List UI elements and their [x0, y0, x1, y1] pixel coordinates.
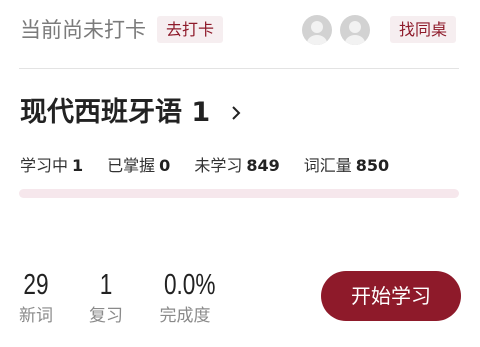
metric-review: 1 复习 — [88, 268, 124, 327]
stat-vocab-label: 词汇量 — [303, 156, 352, 175]
stat-learning-value: 1 — [72, 156, 84, 175]
find-partner-button[interactable]: 找同桌 — [390, 16, 457, 43]
checkin-button[interactable]: 去打卡 — [157, 16, 224, 43]
review-label: 复习 — [89, 306, 123, 326]
course-stats: 学习中 1 已掌握 0 未学习 849 词汇量 850 — [20, 155, 389, 177]
review-value: 1 — [99, 269, 113, 301]
new-words-value: 29 — [23, 269, 49, 301]
stat-unlearned-label: 未学习 — [194, 156, 243, 175]
stat-vocab-value: 850 — [355, 156, 390, 175]
completion-value: 0.0% — [163, 269, 216, 301]
stat-unlearned: 未学习 849 — [194, 155, 279, 177]
chevron-right-icon[interactable] — [229, 103, 243, 123]
stat-mastered: 已掌握 0 — [107, 155, 170, 177]
stat-mastered-value: 0 — [159, 156, 171, 175]
course-title[interactable]: 现代西班牙语 1 — [20, 96, 210, 130]
user-avatar-icon[interactable] — [302, 15, 332, 45]
course-progress-bar — [19, 189, 459, 198]
completion-label: 完成度 — [159, 306, 211, 326]
stat-unlearned-value: 849 — [246, 156, 280, 175]
stat-learning-label: 学习中 — [20, 156, 69, 175]
start-learning-button[interactable]: 开始学习 — [321, 271, 461, 321]
new-words-label: 新词 — [19, 306, 53, 326]
stat-learning: 学习中 1 — [20, 155, 83, 177]
metric-completion: 0.0% 完成度 — [158, 268, 216, 327]
user-avatar-icon[interactable] — [340, 15, 370, 45]
metric-new-words: 29 新词 — [19, 268, 53, 327]
stat-mastered-label: 已掌握 — [107, 156, 156, 175]
divider — [19, 68, 459, 69]
checkin-status-text: 当前尚未打卡 — [20, 18, 146, 42]
stat-vocab: 词汇量 850 — [304, 155, 389, 177]
